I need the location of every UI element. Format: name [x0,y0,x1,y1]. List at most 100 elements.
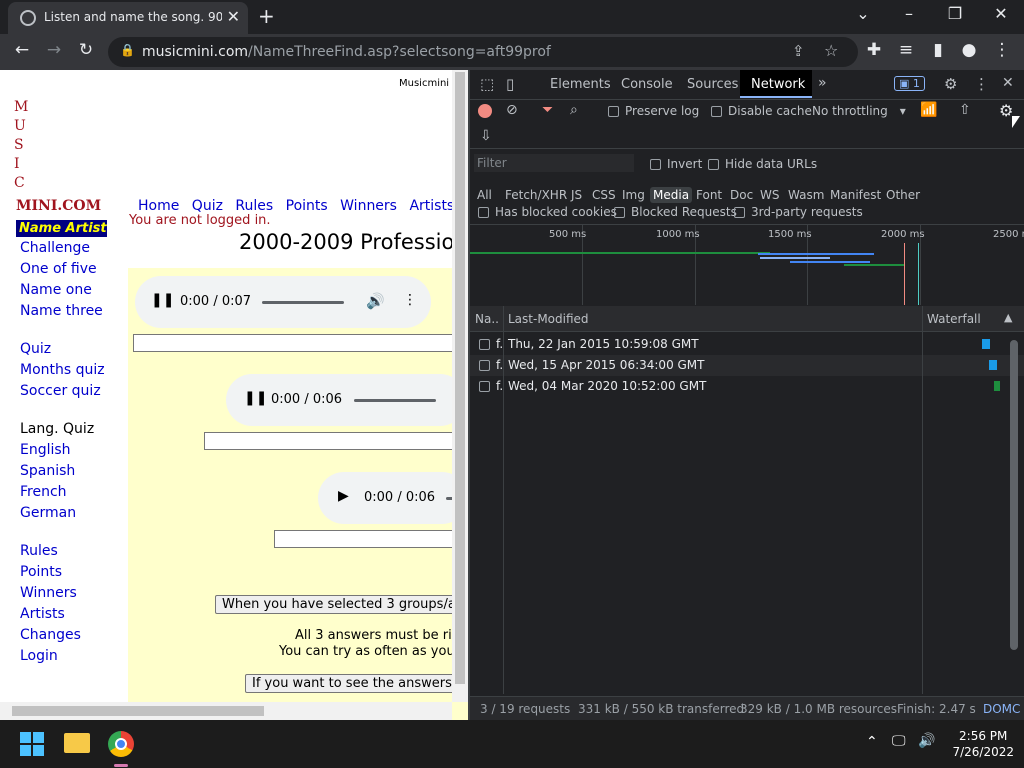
filter-js[interactable]: JS [571,188,582,202]
more-options-icon[interactable]: ⋮ [403,292,417,308]
answer-input-3[interactable] [274,530,464,548]
preserve-log-checkbox[interactable]: Preserve log [608,104,699,118]
column-name[interactable]: Na.. [475,312,499,326]
side-link-english[interactable]: English [20,442,71,458]
disable-cache-checkbox[interactable]: Disable cache [711,104,812,118]
table-scroll-thumb[interactable] [1010,340,1018,650]
back-icon[interactable]: ← [10,40,34,60]
row-checkbox[interactable] [479,339,490,350]
invert-checkbox[interactable]: Invert [650,157,702,171]
close-window-icon[interactable]: ✕ [986,4,1016,23]
windows-start-icon[interactable] [20,732,44,756]
side-link-login[interactable]: Login [20,648,58,664]
device-toolbar-icon[interactable]: ▯ [506,75,514,93]
volume-icon[interactable]: 🔊 [918,733,935,749]
timeline-overview[interactable]: 500 ms 1000 ms 1500 ms 2000 ms 2500 ms [470,225,1024,305]
extensions-icon[interactable]: ✚ [862,40,886,60]
devtools-menu-icon[interactable]: ⋮ [974,75,989,93]
hide-data-urls-checkbox[interactable]: Hide data URLs [708,157,817,171]
network-icon[interactable]: 🖵 [892,733,906,749]
reload-icon[interactable]: ↻ [74,40,98,60]
side-link-challenge[interactable]: Challenge [20,240,90,256]
filter-ws[interactable]: WS [760,188,779,202]
chrome-icon[interactable] [108,731,134,757]
side-link-german[interactable]: German [20,505,76,521]
more-tabs-icon[interactable]: » [818,75,827,91]
third-party-checkbox[interactable]: 3rd-party requests [734,205,863,219]
table-row[interactable]: f. Wed, 15 Apr 2015 06:34:00 GMT [470,355,1024,376]
tab-sources[interactable]: Sources [687,77,738,92]
submit-selection-button[interactable]: When you have selected 3 groups/artists [215,595,461,614]
side-panel-icon[interactable]: ▮ [926,40,950,60]
filter-wasm[interactable]: Wasm [788,188,824,202]
nav-quiz[interactable]: Quiz [192,198,223,214]
clear-icon[interactable]: ⊘ [506,102,518,118]
menu-kebab-icon[interactable]: ⋮ [990,40,1014,60]
answer-input-1[interactable] [133,334,463,352]
side-link-points[interactable]: Points [20,564,62,580]
restore-icon[interactable]: ❐ [940,4,970,23]
filter-input[interactable]: Filter [474,154,634,172]
show-hidden-icons-icon[interactable]: ⌃ [866,734,878,750]
devtools-close-icon[interactable]: ✕ [1002,75,1014,91]
filter-other[interactable]: Other [886,188,920,202]
tab-elements[interactable]: Elements [550,77,611,92]
audio-player-3[interactable]: ▶ 0:00 / 0:06 [318,472,468,524]
nav-points[interactable]: Points [286,198,328,214]
tab-close-icon[interactable]: ✕ [227,7,240,26]
minimize-icon[interactable]: – [894,4,924,23]
filter-all[interactable]: All [477,188,492,202]
side-link-name-three[interactable]: Name three [20,303,103,319]
issues-badge[interactable]: ▣ 1 [894,76,925,91]
lock-icon[interactable]: 🔒 [120,43,135,57]
side-link-one-of-five[interactable]: One of five [20,261,97,277]
sort-up-icon[interactable]: ▲ [1004,311,1012,324]
column-waterfall[interactable]: Waterfall [927,312,981,326]
system-clock[interactable]: 2:56 PM 7/26/2022 [952,728,1014,760]
audio-player-2[interactable]: ❚❚ 0:00 / 0:06 [226,374,466,426]
row-checkbox[interactable] [479,381,490,392]
side-link-months-quiz[interactable]: Months quiz [20,362,105,378]
play-icon[interactable]: ▶ [338,488,349,504]
nav-rules[interactable]: Rules [235,198,273,214]
volume-icon[interactable]: 🔊 [366,292,385,310]
filter-fetch-xhr[interactable]: Fetch/XHR [505,188,567,202]
side-link-soccer-quiz[interactable]: Soccer quiz [20,383,101,399]
bookmark-star-icon[interactable]: ☆ [824,41,838,60]
throttling-select[interactable]: No throttling ▾ [812,104,906,118]
nav-winners[interactable]: Winners [340,198,397,214]
side-link-artists[interactable]: Artists [20,606,65,622]
inspect-element-icon[interactable]: ⬚ [480,75,494,93]
import-har-icon[interactable]: ⇧ [959,102,971,118]
pause-icon[interactable]: ❚❚ [244,390,267,406]
profile-icon[interactable]: ● [957,40,981,60]
filter-manifest[interactable]: Manifest [830,188,881,202]
tab-console[interactable]: Console [621,77,673,92]
blocked-cookies-checkbox[interactable]: Has blocked cookies [478,205,617,219]
side-link-changes[interactable]: Changes [20,627,81,643]
address-bar[interactable]: 🔒 musicmini.com/NameThreeFind.asp?select… [108,37,858,67]
filter-doc[interactable]: Doc [730,188,753,202]
browser-tab[interactable]: Listen and name the song. 90.000 ✕ [8,2,248,34]
name-artist-banner[interactable]: Name Artist [16,220,107,237]
side-link-quiz[interactable]: Quiz [20,341,51,357]
pause-icon[interactable]: ❚❚ [151,292,174,308]
filter-img[interactable]: Img [622,188,645,202]
tab-network[interactable]: Network [740,70,812,98]
side-link-name-one[interactable]: Name one [20,282,92,298]
audio-progress-2[interactable] [354,399,436,402]
network-conditions-icon[interactable]: 📶 [920,102,937,118]
record-icon[interactable] [478,104,492,118]
forward-icon[interactable]: → [42,40,66,60]
table-row[interactable]: f. Wed, 04 Mar 2020 10:52:00 GMT [470,376,1024,397]
new-tab-button[interactable]: + [258,4,275,28]
search-icon[interactable]: ⌕ [570,102,578,118]
filter-css[interactable]: CSS [592,188,616,202]
share-icon[interactable]: ⇪ [792,42,805,60]
devtools-settings-icon[interactable]: ⚙ [944,75,957,93]
url-text[interactable]: musicmini.com/NameThreeFind.asp?selectso… [142,44,551,60]
nav-home[interactable]: Home [138,198,179,214]
audio-progress-1[interactable] [262,301,344,304]
show-answers-button[interactable]: If you want to see the answers, click he… [245,674,461,693]
row-checkbox[interactable] [479,360,490,371]
